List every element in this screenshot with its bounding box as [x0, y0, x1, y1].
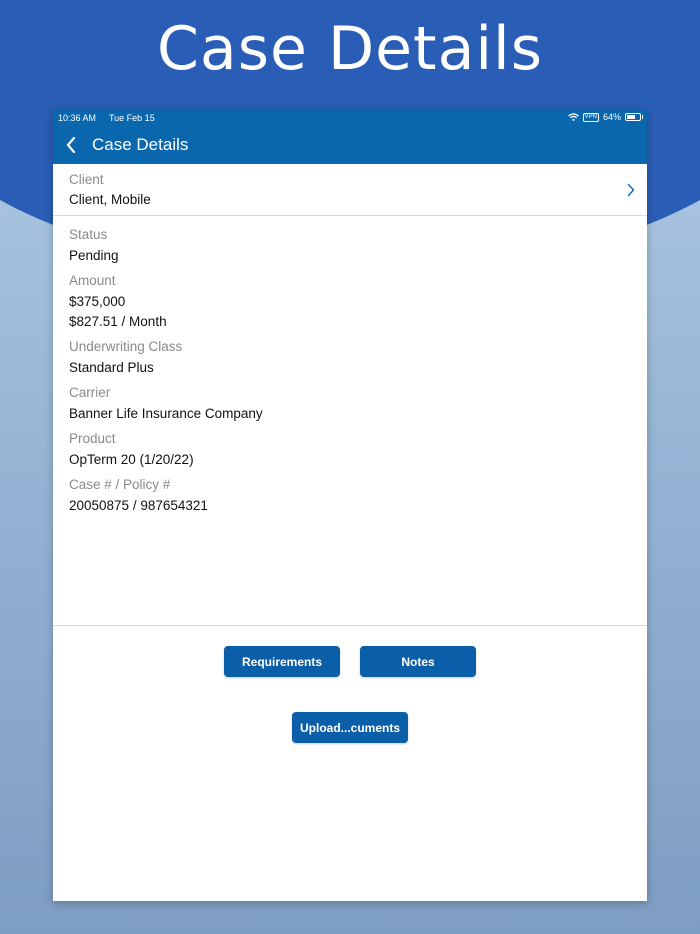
status-time: 10:36 AM	[58, 113, 97, 123]
battery-fill	[627, 115, 635, 119]
case-policy-field: Case # / Policy # 20050875 / 987654321	[69, 477, 629, 516]
status-bar: 10:36 AM Tue Feb 15 VPN 64%	[53, 111, 647, 125]
case-details-list: Status Pending Amount $375,000 $827.51 /…	[69, 227, 629, 523]
battery-icon	[625, 113, 643, 121]
amount-field: Amount $375,000 $827.51 / Month	[69, 273, 629, 332]
carrier-label: Carrier	[69, 385, 111, 400]
underwriting-class-label: Underwriting Class	[69, 339, 183, 354]
carrier-value: Banner Life Insurance Company	[69, 406, 263, 421]
case-policy-value: 20050875 / 987654321	[69, 498, 208, 513]
amount-value: $375,000	[69, 294, 126, 309]
device-screen: 10:36 AM Tue Feb 15 VPN 64% Case Details…	[53, 109, 647, 901]
chevron-left-icon	[66, 137, 76, 153]
underwriting-class-field: Underwriting Class Standard Plus	[69, 339, 629, 378]
page-title: Case Details	[92, 135, 189, 154]
client-row[interactable]: Client Client, Mobile	[53, 164, 647, 216]
amount-monthly-value: $827.51 / Month	[69, 314, 167, 329]
navigation-bar: 10:36 AM Tue Feb 15 VPN 64% Case Details	[53, 109, 647, 164]
status-field: Status Pending	[69, 227, 629, 266]
notes-button[interactable]: Notes	[360, 646, 476, 677]
client-label: Client	[69, 172, 104, 187]
amount-label: Amount	[69, 273, 116, 288]
promo-title: Case Details	[157, 14, 543, 84]
back-button[interactable]	[59, 133, 83, 157]
vpn-badge: VPN	[582, 112, 599, 122]
upload-documents-button[interactable]: Upload...cuments	[292, 712, 408, 743]
section-divider	[53, 625, 647, 626]
status-indicators: VPN 64%	[567, 112, 643, 122]
carrier-field: Carrier Banner Life Insurance Company	[69, 385, 629, 424]
case-policy-label: Case # / Policy #	[69, 477, 171, 492]
status-value: Pending	[69, 248, 119, 263]
product-value: OpTerm 20 (1/20/22)	[69, 452, 194, 467]
battery-percent: 64%	[602, 112, 621, 122]
wifi-icon	[567, 113, 579, 121]
requirements-button[interactable]: Requirements	[224, 646, 340, 677]
product-field: Product OpTerm 20 (1/20/22)	[69, 431, 629, 470]
underwriting-class-value: Standard Plus	[69, 360, 154, 375]
client-value: Client, Mobile	[69, 192, 151, 207]
status-date: Tue Feb 15	[109, 113, 155, 123]
status-label: Status	[69, 227, 108, 242]
product-label: Product	[69, 431, 116, 446]
chevron-right-icon	[627, 183, 635, 197]
